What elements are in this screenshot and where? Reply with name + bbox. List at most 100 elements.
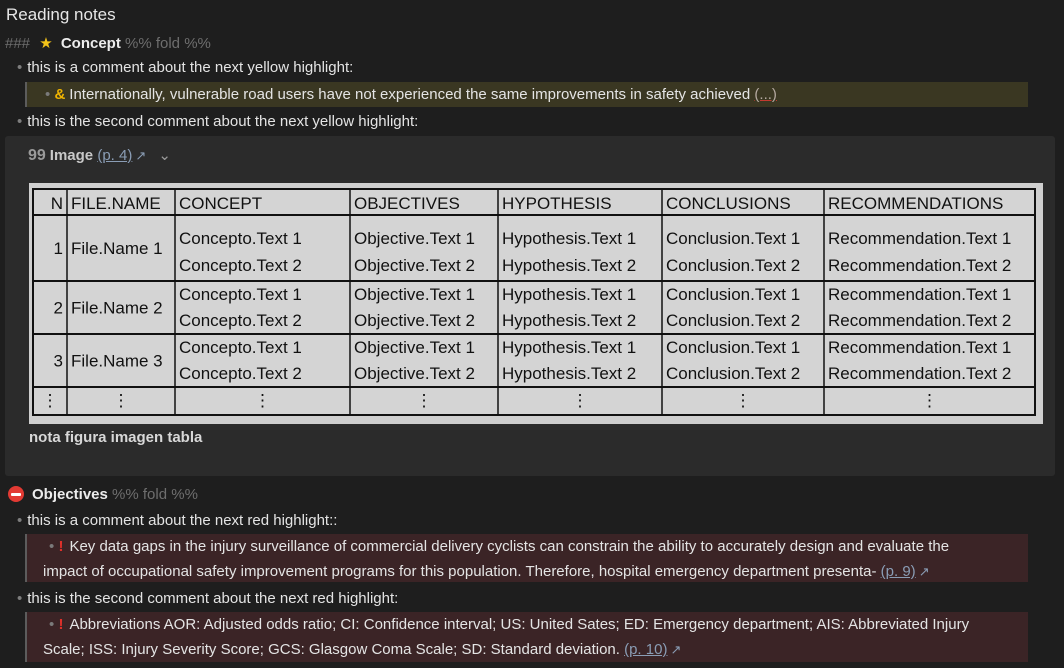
- table-cell-text: Conclusion.Text 2: [666, 364, 800, 383]
- table-cell-text: Concepto.Text 2: [179, 364, 302, 383]
- page-title: Reading notes: [6, 5, 116, 24]
- table-cell-text: Conclusion.Text 1: [666, 338, 800, 357]
- comment-text: this is the second comment about the nex…: [27, 113, 419, 130]
- table-cell-text: Hypothesis.Text 1: [502, 229, 636, 248]
- fold-marker: %% fold %%: [125, 35, 211, 52]
- table-cell-text: Recommendation.Text 2: [828, 311, 1011, 330]
- external-link-icon[interactable]: ↗: [919, 564, 930, 579]
- red-highlight-block[interactable]: • ! Key data gaps in the injury surveilla…: [25, 534, 1028, 582]
- ampersand-marker: &: [54, 86, 66, 103]
- table-cell-text: Recommendation.Text 2: [828, 364, 1011, 383]
- comment-text: this is a comment about the next red hig…: [27, 512, 338, 529]
- table-cell-filename: File.Name 1: [71, 239, 163, 258]
- table-ellipsis: ⋮: [572, 391, 589, 410]
- table-cell-text: Objective.Text 2: [354, 311, 475, 330]
- table-ellipsis: ⋮: [416, 391, 433, 410]
- external-link-icon[interactable]: ↗: [135, 148, 146, 163]
- heading-markup: ###: [5, 35, 31, 52]
- table-cell-filename: File.Name 3: [71, 352, 163, 371]
- table-cell-text: Objective.Text 2: [354, 256, 475, 275]
- table-header-cell: HYPOTHESIS: [502, 194, 612, 213]
- table-header-cell: FILE.NAME: [71, 194, 161, 213]
- table-cell-number: 2: [54, 299, 63, 318]
- table-cell-text: Recommendation.Text 1: [828, 285, 1011, 304]
- table-cell-text: Concepto.Text 2: [179, 256, 302, 275]
- list-item[interactable]: • this is a comment about the next yellow…: [17, 59, 353, 76]
- list-item[interactable]: • this is the second comment about the ne…: [17, 113, 418, 130]
- highlight-text-line1: Abbreviations AOR: Adjusted odds ratio; …: [69, 616, 970, 633]
- page-link[interactable]: (p. 9): [881, 563, 916, 580]
- bullet-icon: •: [17, 59, 23, 76]
- external-link-icon[interactable]: ↗: [670, 642, 681, 657]
- image-callout-header[interactable]: 99 Image (p. 4) ↗ ⌄: [28, 146, 171, 165]
- bullet-icon: •: [45, 86, 51, 103]
- table-cell-text: Conclusion.Text 1: [666, 285, 800, 304]
- expand-link[interactable]: (...): [754, 86, 777, 103]
- table-cell-text: Conclusion.Text 2: [666, 311, 800, 330]
- table-ellipsis: ⋮: [42, 391, 59, 410]
- table-image-svg: N FILE.NAME CONCEPT OBJECTIVES HYPOTHESIS CON…: [32, 188, 1036, 416]
- objectives-heading[interactable]: Objectives %% fold %%: [8, 486, 198, 503]
- highlight-text-line2: Scale; ISS: Injury Severity Score; GCS: …: [43, 641, 620, 658]
- table-cell-text: Hypothesis.Text 1: [502, 338, 636, 357]
- concept-heading-label: Concept: [60, 35, 121, 52]
- page-link[interactable]: (p. 10): [624, 641, 667, 658]
- fold-marker: %% fold %%: [112, 486, 198, 503]
- yellow-highlight-block[interactable]: • & Internationally, vulnerable road user…: [25, 82, 1028, 107]
- comment-text: this is a comment about the next yellow …: [27, 59, 354, 76]
- chevron-down-icon[interactable]: ⌄: [158, 147, 171, 164]
- list-item[interactable]: • this is a comment about the next red hi…: [17, 512, 337, 529]
- objectives-heading-label: Objectives: [32, 486, 108, 503]
- table-cell-text: Concepto.Text 1: [179, 338, 302, 357]
- table-cell-text: Objective.Text 1: [354, 229, 475, 248]
- highlight-text: Internationally, vulnerable road users h…: [69, 86, 751, 103]
- highlight-text-line1: Key data gaps in the injury surveillance…: [69, 538, 950, 555]
- comment-text: this is the second comment about the nex…: [27, 590, 399, 607]
- table-cell-text: Hypothesis.Text 1: [502, 285, 636, 304]
- table-cell-text: Conclusion.Text 1: [666, 229, 800, 248]
- table-image: N FILE.NAME CONCEPT OBJECTIVES HYPOTHESIS CON…: [29, 183, 1043, 424]
- bullet-icon: •: [17, 590, 23, 607]
- image-caption: nota figura imagen tabla: [29, 429, 203, 446]
- table-ellipsis: ⋮: [113, 391, 130, 410]
- table-cell-text: Conclusion.Text 2: [666, 256, 800, 275]
- bullet-icon: •: [49, 616, 55, 633]
- table-header-cell: RECOMMENDATIONS: [828, 194, 1003, 213]
- table-cell-text: Hypothesis.Text 2: [502, 364, 636, 383]
- table-ellipsis: ⋮: [735, 391, 752, 410]
- table-cell-text: Objective.Text 1: [354, 338, 475, 357]
- image-label: Image: [49, 147, 94, 164]
- table-cell-text: Concepto.Text 1: [179, 229, 302, 248]
- exclamation-marker: !: [58, 538, 64, 555]
- concept-heading[interactable]: ### ★ Concept %% fold %%: [5, 34, 211, 52]
- table-cell-text: Concepto.Text 1: [179, 285, 302, 304]
- table-header-cell: N: [51, 194, 63, 213]
- table-cell-text: Recommendation.Text 2: [828, 256, 1011, 275]
- star-icon: ★: [39, 35, 53, 52]
- page-link[interactable]: (p. 4): [97, 147, 132, 164]
- table-cell-text: Objective.Text 1: [354, 285, 475, 304]
- quote-icon: 99: [28, 147, 46, 164]
- bullet-icon: •: [17, 113, 23, 130]
- highlight-text-line2: impact of occupational safety improvemen…: [43, 563, 877, 580]
- exclamation-marker: !: [58, 616, 64, 633]
- table-header-cell: CONCEPT: [179, 194, 262, 213]
- table-cell-number: 3: [54, 352, 63, 371]
- red-highlight-block[interactable]: • ! Abbreviations AOR: Adjusted odds rati…: [25, 612, 1028, 662]
- table-cell-number: 1: [54, 239, 63, 258]
- table-cell-text: Recommendation.Text 1: [828, 338, 1011, 357]
- list-item[interactable]: • this is the second comment about the ne…: [17, 590, 398, 607]
- table-ellipsis: ⋮: [254, 391, 271, 410]
- no-entry-icon: [8, 486, 24, 502]
- table-cell-text: Objective.Text 2: [354, 364, 475, 383]
- table-ellipsis: ⋮: [921, 391, 938, 410]
- table-cell-filename: File.Name 2: [71, 299, 163, 318]
- table-header-cell: OBJECTIVES: [354, 194, 460, 213]
- table-header-cell: CONCLUSIONS: [666, 194, 791, 213]
- table-cell-text: Hypothesis.Text 2: [502, 311, 636, 330]
- table-cell-text: Recommendation.Text 1: [828, 229, 1011, 248]
- bullet-icon: •: [49, 538, 55, 555]
- bullet-icon: •: [17, 512, 23, 529]
- table-cell-text: Concepto.Text 2: [179, 311, 302, 330]
- table-cell-text: Hypothesis.Text 2: [502, 256, 636, 275]
